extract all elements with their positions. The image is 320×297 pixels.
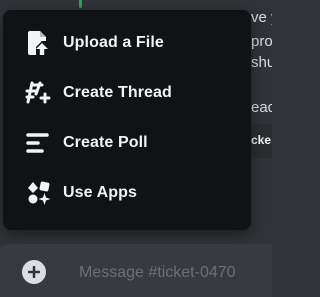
poll-icon — [23, 128, 53, 158]
menu-item-upload-file[interactable]: Upload a File — [3, 18, 251, 68]
menu-item-label: Upload a File — [63, 34, 164, 51]
message-text-fragment: shu — [251, 54, 272, 71]
plus-icon — [28, 266, 40, 278]
menu-item-create-thread[interactable]: Create Thread — [3, 68, 251, 118]
menu-item-create-poll[interactable]: Create Poll — [3, 118, 251, 168]
channel-indicator — [79, 0, 82, 8]
discord-chat-view: ve y pro shu eac cke Upload a File — [0, 0, 272, 297]
menu-item-label: Create Thread — [63, 84, 172, 101]
message-text-fragment: pro — [251, 33, 272, 50]
menu-item-label: Use Apps — [63, 184, 138, 201]
attach-button[interactable] — [22, 260, 46, 284]
message-text-fragment: ve y — [251, 9, 272, 26]
menu-item-label: Create Poll — [63, 134, 148, 151]
message-input[interactable] — [79, 262, 272, 284]
menu-item-use-apps[interactable]: Use Apps — [3, 168, 251, 218]
attachment-menu: Upload a File Create Thread Create Poll … — [3, 10, 251, 230]
upload-file-icon — [23, 28, 53, 58]
message-text-fragment: eac — [251, 99, 272, 116]
apps-icon — [23, 178, 53, 208]
message-composer — [0, 244, 272, 297]
thread-icon — [23, 78, 53, 108]
embed-text-fragment: cke — [251, 133, 272, 147]
